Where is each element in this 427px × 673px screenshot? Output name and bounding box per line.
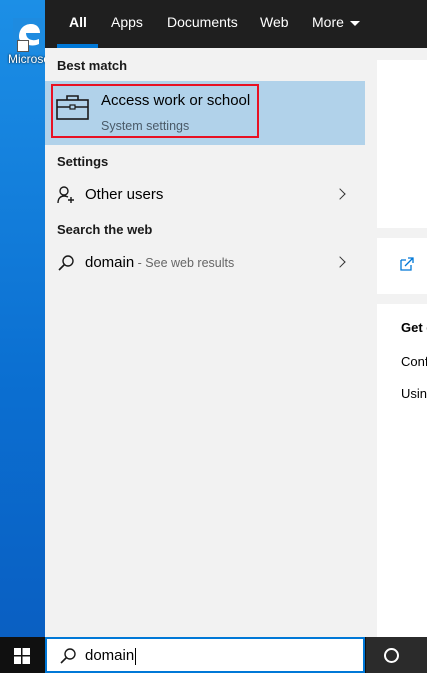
- preview-pane: Get d Conf Usin: [365, 48, 427, 637]
- cortana-icon: [384, 648, 399, 663]
- preview-info-card: Get d Conf Usin: [377, 304, 427, 637]
- search-input-value: domain: [85, 647, 135, 664]
- search-scope-tabs: All Apps Documents Web More: [45, 0, 427, 48]
- search-input[interactable]: domain: [85, 647, 137, 665]
- results-pane: Best match Access work or school System …: [45, 48, 365, 637]
- web-query: domain: [85, 254, 135, 271]
- search-icon: [60, 648, 76, 664]
- preview-line-2[interactable]: Usin: [401, 386, 427, 401]
- start-button[interactable]: [0, 637, 45, 673]
- preview-open-card[interactable]: [377, 238, 427, 294]
- best-match-header: Best match: [57, 58, 128, 73]
- search-web-header: Search the web: [57, 222, 153, 237]
- web-hint: - See web results: [134, 256, 235, 270]
- preview-line-1[interactable]: Conf: [401, 354, 427, 369]
- tab-documents[interactable]: Documents: [167, 0, 238, 48]
- text-caret: [135, 647, 137, 665]
- briefcase-icon: [56, 95, 89, 120]
- best-match-title: Access work or school: [101, 92, 251, 109]
- tab-all[interactable]: All: [69, 0, 87, 48]
- settings-item-other-users[interactable]: Other users: [45, 178, 365, 212]
- chevron-down-icon: [349, 20, 360, 26]
- search-icon: [58, 255, 74, 271]
- person-add-icon: [57, 186, 74, 204]
- chevron-right-icon: [334, 256, 346, 268]
- tab-web[interactable]: Web: [260, 0, 289, 48]
- taskbar: domain: [0, 637, 427, 673]
- tab-more-label: More: [312, 14, 344, 30]
- preview-heading: Get d: [401, 320, 427, 335]
- chevron-right-icon: [334, 188, 346, 200]
- open-link-icon: [400, 257, 414, 271]
- windows-logo-icon: [14, 648, 30, 664]
- search-flyout: All Apps Documents Web More Best match A…: [45, 0, 427, 637]
- settings-item-label: Other users: [85, 186, 164, 203]
- settings-header: Settings: [57, 154, 109, 169]
- best-match-subtitle: System settings: [101, 119, 190, 133]
- preview-card: [377, 60, 427, 228]
- edge-desktop-shortcut[interactable]: Microsoft Edge: [8, 18, 88, 66]
- web-result-text: domain - See web results: [85, 254, 234, 271]
- desktop-icon-label: Microsoft Edge: [8, 52, 88, 66]
- best-match-result[interactable]: Access work or school System settings: [45, 81, 365, 145]
- cortana-button[interactable]: [366, 637, 427, 673]
- shortcut-arrow-icon: [17, 40, 29, 52]
- tab-apps[interactable]: Apps: [111, 0, 143, 48]
- taskbar-search-box[interactable]: domain: [45, 637, 365, 673]
- web-result-domain[interactable]: domain - See web results: [45, 246, 365, 280]
- edge-logo-icon: [13, 18, 43, 52]
- tab-more[interactable]: More: [312, 0, 360, 48]
